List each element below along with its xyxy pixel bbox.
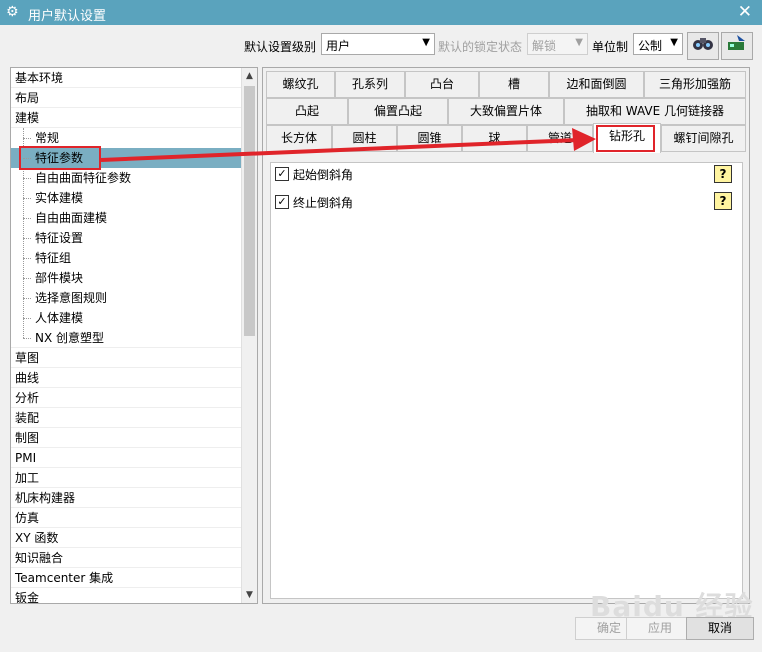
annotation-arrow (100, 128, 596, 162)
apply-button[interactable]: 应用 (626, 617, 694, 640)
cancel-button[interactable]: 取消 (686, 617, 754, 640)
